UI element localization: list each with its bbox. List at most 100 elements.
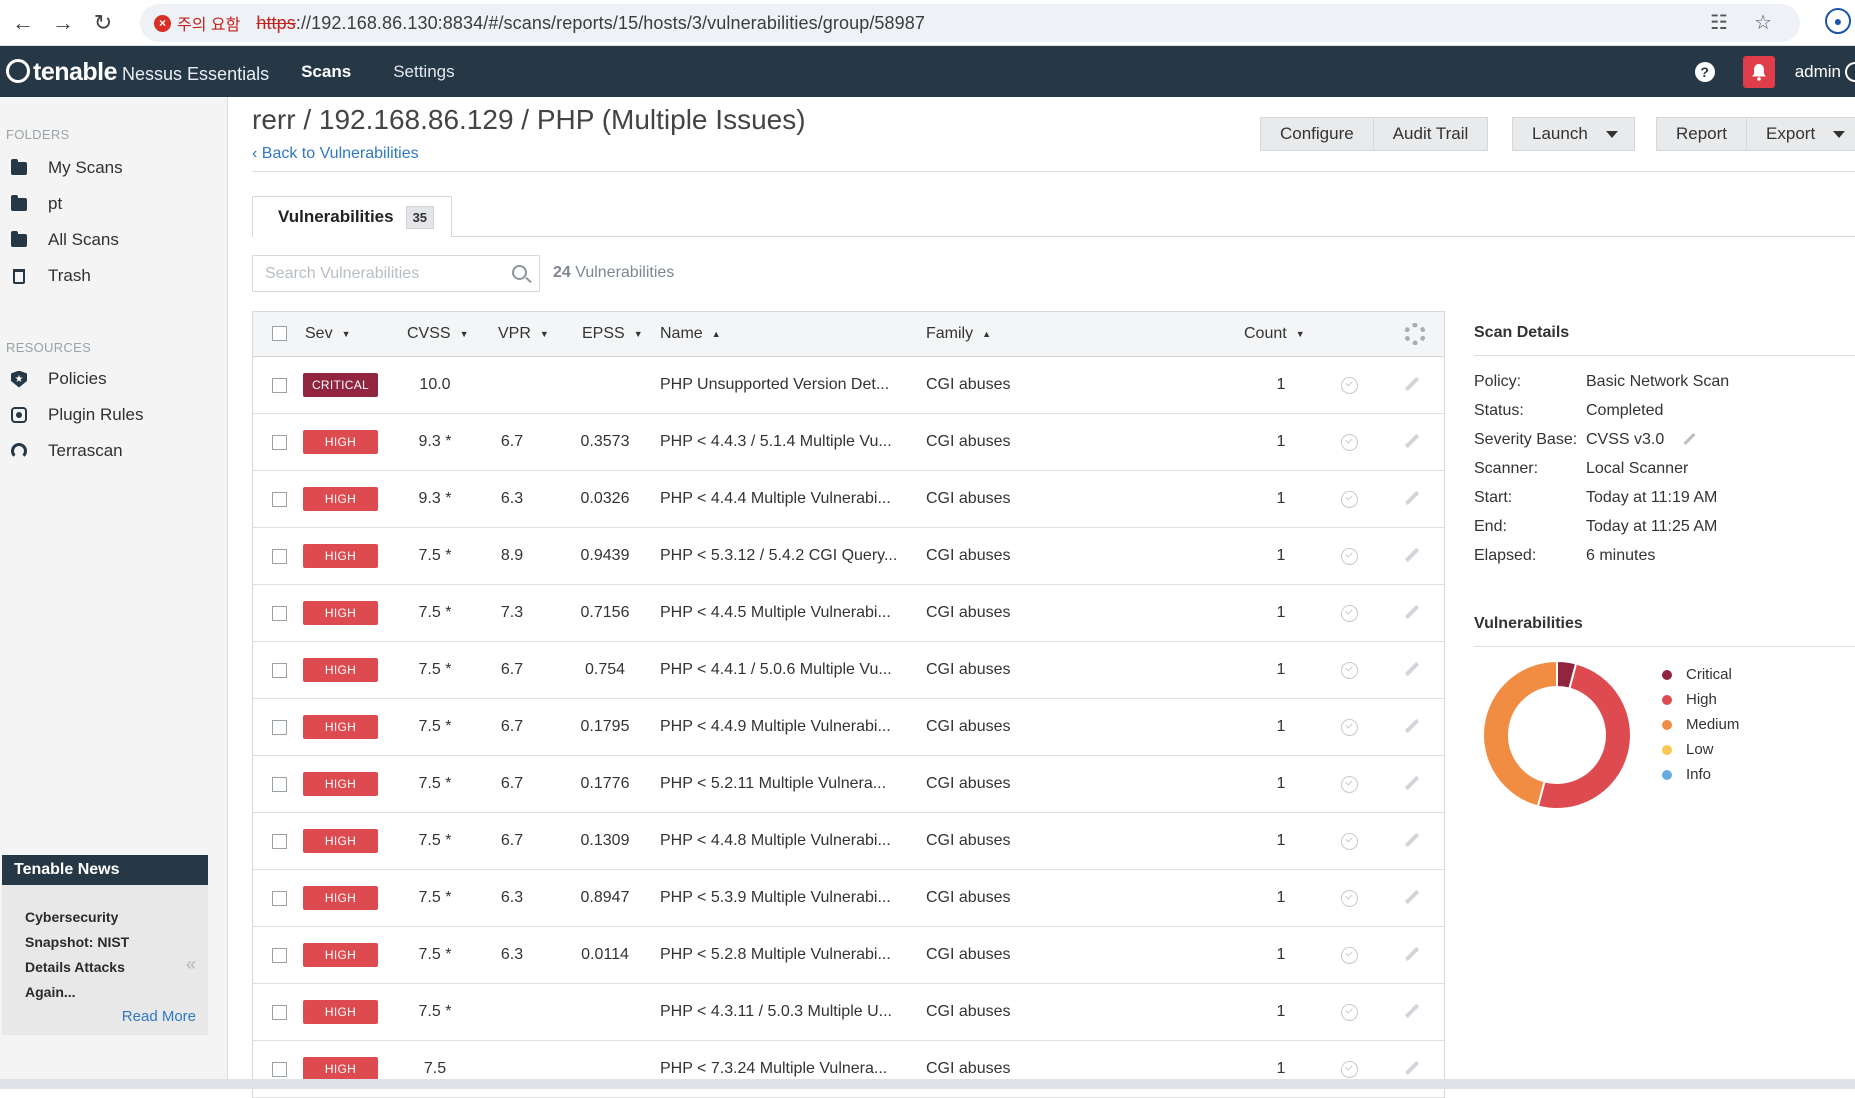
cell-name[interactable]: PHP < 5.3.9 Multiple Vulnerabi... [660,889,891,907]
nav-scans[interactable]: Scans [301,62,351,82]
configure-button[interactable]: Configure [1260,117,1374,151]
row-checkbox[interactable] [272,663,287,678]
check-circle-icon[interactable] [1341,662,1358,679]
row-checkbox[interactable] [272,606,287,621]
cell-name[interactable]: PHP < 4.3.11 / 5.0.3 Multiple U... [660,1003,892,1021]
column-epss[interactable]: EPSS ▼ [582,325,643,343]
table-row[interactable]: HIGH 7.5 * 6.3 0.0114 PHP < 5.2.8 Multiple V… [253,927,1444,984]
cell-name[interactable]: PHP < 4.4.3 / 5.1.4 Multiple Vu... [660,433,892,451]
check-circle-icon[interactable] [1341,605,1358,622]
pencil-icon[interactable] [1683,432,1696,446]
edit-icon[interactable] [1404,376,1420,392]
search-icon[interactable] [512,265,527,280]
audit-trail-button[interactable]: Audit Trail [1373,117,1489,151]
check-circle-icon[interactable] [1341,434,1358,451]
cell-name[interactable]: PHP < 5.2.11 Multiple Vulnera... [660,775,886,793]
column-cvss[interactable]: CVSS ▼ [407,325,469,343]
column-vpr[interactable]: VPR ▼ [498,325,549,343]
table-row[interactable]: HIGH 9.3 * 6.3 0.0326 PHP < 4.4.4 Multiple V… [253,471,1444,528]
nav-settings[interactable]: Settings [393,62,454,82]
launch-button[interactable]: Launch [1512,117,1635,151]
gear-icon[interactable] [1404,323,1426,345]
collapse-sidebar-icon[interactable]: « [186,954,196,975]
table-row[interactable]: HIGH 7.5 * 6.3 0.8947 PHP < 5.3.9 Multiple V… [253,870,1444,927]
check-circle-icon[interactable] [1341,1004,1358,1021]
check-circle-icon[interactable] [1341,833,1358,850]
row-checkbox[interactable] [272,549,287,564]
table-row[interactable]: HIGH 7.5 * 7.3 0.7156 PHP < 4.4.5 Multiple V… [253,585,1444,642]
reload-icon[interactable]: ↻ [86,6,120,40]
cell-name[interactable]: PHP < 5.3.12 / 5.4.2 CGI Query... [660,547,897,565]
row-checkbox[interactable] [272,1005,287,1020]
table-row[interactable]: HIGH 7.5 * 6.7 0.1795 PHP < 4.4.9 Multiple V… [253,699,1444,756]
row-checkbox[interactable] [272,435,287,450]
notifications-button[interactable] [1742,55,1775,88]
edit-icon[interactable] [1404,889,1420,905]
table-row[interactable]: HIGH 9.3 * 6.7 0.3573 PHP < 4.4.3 / 5.1.4 Mu… [253,414,1444,471]
user-avatar-icon[interactable] [1845,61,1855,82]
check-circle-icon[interactable] [1341,377,1358,394]
edit-icon[interactable] [1404,547,1420,563]
address-bar[interactable]: × 주의 요함 https://192.168.86.130:8834/#/sc… [140,4,1800,42]
row-checkbox[interactable] [272,834,287,849]
forward-arrow-icon[interactable]: → [46,6,80,40]
bookmark-star-icon[interactable]: ☆ [1754,10,1772,35]
table-row[interactable]: HIGH 7.5 * PHP < 4.3.11 / 5.0.3 Multiple U… [253,984,1444,1041]
column-name[interactable]: Name ▲ [660,325,721,343]
check-circle-icon[interactable] [1341,1061,1358,1078]
table-row[interactable]: HIGH 7.5 * 6.7 0.1309 PHP < 4.4.8 Multiple V… [253,813,1444,870]
tenable-logo[interactable]: tenable Nessus Essentials [6,56,269,87]
export-button[interactable]: Export [1747,117,1855,151]
sidebar-item-policies[interactable]: ★ Policies [0,361,227,397]
row-checkbox[interactable] [272,378,287,393]
table-row[interactable]: HIGH 7.5 * 6.7 0.754 PHP < 4.4.1 / 5.0.6 Mul… [253,642,1444,699]
profile-icon[interactable]: ● [1825,8,1851,34]
check-circle-icon[interactable] [1341,947,1358,964]
back-arrow-icon[interactable]: ← [6,6,40,40]
cell-name[interactable]: PHP < 4.4.5 Multiple Vulnerabi... [660,604,891,622]
table-row[interactable]: HIGH 7.5 * 8.9 0.9439 PHP < 5.3.12 / 5.4.2 C… [253,528,1444,585]
row-checkbox[interactable] [272,948,287,963]
sidebar-item-terrascan[interactable]: Terrascan [0,433,227,469]
cell-name[interactable]: PHP Unsupported Version Det... [660,376,889,394]
edit-icon[interactable] [1404,661,1420,677]
check-circle-icon[interactable] [1341,776,1358,793]
row-checkbox[interactable] [272,777,287,792]
edit-icon[interactable] [1404,775,1420,791]
edit-icon[interactable] [1404,604,1420,620]
cell-name[interactable]: PHP < 4.4.9 Multiple Vulnerabi... [660,718,891,736]
column-sev[interactable]: Sev ▼ [305,325,351,343]
column-family[interactable]: Family ▲ [926,325,991,343]
read-more-link[interactable]: Read More [122,1008,196,1025]
cell-name[interactable]: PHP < 4.4.4 Multiple Vulnerabi... [660,490,891,508]
edit-icon[interactable] [1404,433,1420,449]
sidebar-item-all-scans[interactable]: All Scans [0,222,227,258]
sidebar-item-plugin-rules[interactable]: Plugin Rules [0,397,227,433]
tab-vulnerabilities[interactable]: Vulnerabilities 35 [252,196,452,237]
column-count[interactable]: Count ▼ [1244,325,1305,343]
cell-name[interactable]: PHP < 7.3.24 Multiple Vulnera... [660,1060,887,1078]
edit-icon[interactable] [1404,1003,1420,1019]
sidebar-item-pt[interactable]: pt [0,186,227,222]
sidebar-item-my-scans[interactable]: My Scans [0,150,227,186]
edit-icon[interactable] [1404,718,1420,734]
row-checkbox[interactable] [272,720,287,735]
back-to-vulnerabilities-link[interactable]: ‹ Back to Vulnerabilities [252,145,419,163]
cell-name[interactable]: PHP < 4.4.8 Multiple Vulnerabi... [660,832,891,850]
search-input[interactable]: Search Vulnerabilities [252,255,540,292]
check-circle-icon[interactable] [1341,548,1358,565]
table-row[interactable]: HIGH 7.5 PHP < 7.3.24 Multiple Vulnera... C… [253,1041,1444,1098]
report-button[interactable]: Report [1656,117,1748,151]
edit-icon[interactable] [1404,946,1420,962]
user-menu[interactable]: admin [1795,62,1841,82]
cell-name[interactable]: PHP < 4.4.1 / 5.0.6 Multiple Vu... [660,661,892,679]
row-checkbox[interactable] [272,492,287,507]
edit-icon[interactable] [1404,490,1420,506]
check-circle-icon[interactable] [1341,890,1358,907]
help-icon[interactable]: ? [1694,61,1715,82]
check-circle-icon[interactable] [1341,719,1358,736]
security-warning[interactable]: × 주의 요함 [154,11,240,35]
edit-icon[interactable] [1404,1060,1420,1076]
news-headline[interactable]: Cybersecurity Snapshot: NIST Details Att… [2,885,152,1005]
cell-name[interactable]: PHP < 5.2.8 Multiple Vulnerabi... [660,946,891,964]
